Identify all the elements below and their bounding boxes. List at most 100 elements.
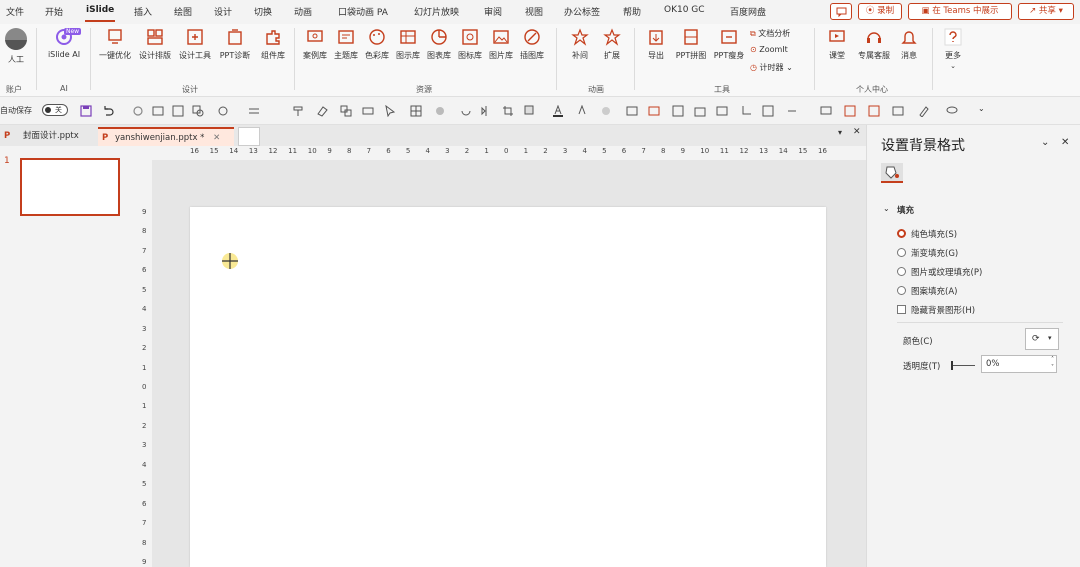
resize-icon[interactable] <box>672 105 684 117</box>
comment-button[interactable] <box>830 3 852 20</box>
tab-file[interactable]: 文件 <box>6 5 24 18</box>
pen-icon[interactable] <box>918 105 930 117</box>
tab-draw[interactable]: 绘图 <box>174 5 192 18</box>
pointer-icon[interactable] <box>384 105 396 117</box>
more-button[interactable]: 更多 ⌄ <box>934 28 972 71</box>
tab-transitions[interactable]: 切换 <box>254 5 272 18</box>
teams-present-button[interactable]: ▣ 在 Teams 中展示 <box>908 3 1012 20</box>
picture-icon[interactable] <box>626 105 638 117</box>
verify-icon[interactable] <box>868 105 880 117</box>
solid-fill-radio[interactable] <box>897 229 906 238</box>
close-icon[interactable]: ✕ <box>1061 137 1069 148</box>
doc-tab-active[interactable]: P yanshiwenjian.pptx * ✕ <box>98 127 234 146</box>
doc-analysis-button[interactable]: ⧉ 文档分析 <box>750 28 790 39</box>
classroom-button[interactable]: 课堂 <box>818 28 856 61</box>
send-back-icon[interactable] <box>694 105 706 117</box>
record-button[interactable]: ⦿ 录制 <box>858 3 902 20</box>
autosave-toggle[interactable]: 关 <box>42 104 68 116</box>
undo-icon[interactable] <box>102 105 114 117</box>
gradient-fill-radio[interactable] <box>897 248 906 257</box>
tab-design[interactable]: 设计 <box>214 5 232 18</box>
chevron-down-icon[interactable]: ⌄ <box>1041 137 1049 148</box>
new-tab-button[interactable] <box>238 127 260 146</box>
format-painter-icon[interactable] <box>292 105 304 117</box>
group-objects-icon[interactable] <box>340 105 352 117</box>
close-icon[interactable]: ✕ <box>213 133 220 143</box>
customize-toolbar-icon[interactable]: ⌄ <box>978 104 985 113</box>
ppt-diagnose-button[interactable]: PPT诊断 <box>216 28 254 61</box>
pattern-fill-radio[interactable] <box>897 286 906 295</box>
slide-canvas[interactable] <box>190 207 826 567</box>
eraser-icon[interactable] <box>316 105 328 117</box>
component-library-button[interactable]: 组件库 <box>254 28 292 61</box>
shadow-icon[interactable] <box>524 105 536 117</box>
table-icon[interactable] <box>410 105 422 117</box>
slide-thumbnail[interactable] <box>20 158 120 216</box>
tab-menu-icon[interactable]: ▾ <box>838 128 842 137</box>
text-effects-icon[interactable] <box>576 105 588 117</box>
solid-fill-label: 纯色填充(S) <box>911 230 958 240</box>
tab-view[interactable]: 视图 <box>525 5 543 18</box>
outline-icon[interactable] <box>172 105 184 117</box>
transparency-slider[interactable] <box>951 361 975 370</box>
check-icon[interactable] <box>844 105 856 117</box>
tab-baidu-pan[interactable]: 百度网盘 <box>730 5 766 18</box>
shapes-dropdown-icon[interactable] <box>217 105 229 117</box>
extend-button[interactable]: 扩展 <box>593 28 631 61</box>
chevron-down-icon[interactable]: ⌄ <box>883 204 890 213</box>
save-icon[interactable] <box>80 105 92 117</box>
flip-icon[interactable] <box>480 105 492 117</box>
picture-insert-icon[interactable] <box>648 105 660 117</box>
tab-slideshow[interactable]: 幻灯片放映 <box>414 5 459 18</box>
ruler-tick-label: 13 <box>759 147 769 155</box>
crop-image-icon[interactable] <box>740 105 752 117</box>
font-color-icon[interactable] <box>552 105 564 117</box>
redo-icon[interactable] <box>132 105 144 117</box>
color-picker-button[interactable]: ⟳ ▾ <box>1025 328 1059 350</box>
presentation-icon[interactable] <box>820 105 832 117</box>
compress-icon[interactable] <box>762 105 774 117</box>
new-slide-icon[interactable] <box>152 105 164 117</box>
tab-pocket-animation[interactable]: 口袋动画 PA <box>338 5 388 18</box>
picture-fill-radio[interactable] <box>897 267 906 276</box>
fill-section-header[interactable]: 填充 <box>897 204 914 216</box>
fill-tab-button[interactable] <box>881 163 903 183</box>
share-button[interactable]: ↗ 共享 ▾ <box>1018 3 1074 20</box>
image-edit-icon[interactable] <box>892 105 904 117</box>
crop-icon[interactable] <box>502 105 514 117</box>
zoomit-button[interactable]: ⊙ ZoomIt <box>750 45 788 54</box>
arrange-icon[interactable] <box>362 105 374 117</box>
slide-size-icon[interactable] <box>716 105 728 117</box>
spinner-icon[interactable]: ˄ ˅ <box>1051 356 1054 372</box>
illustration-library-button[interactable]: 插图库 <box>513 28 551 61</box>
tab-ok10[interactable]: OK10 GC <box>664 5 705 15</box>
ppt-slim-button[interactable]: PPT瘦身 <box>710 28 748 61</box>
lasso-icon[interactable] <box>946 105 958 117</box>
ppt-puzzle-button[interactable]: PPT拼图 <box>672 28 710 61</box>
one-click-optimize-button[interactable]: 一键优化 <box>96 28 134 61</box>
design-layout-button[interactable]: 设计排版 <box>136 28 174 61</box>
messages-button[interactable]: 消息 <box>890 28 928 61</box>
link-icon[interactable] <box>786 105 798 117</box>
tab-review[interactable]: 审阅 <box>484 5 502 18</box>
account-button[interactable]: 人工 <box>0 28 32 65</box>
export-button[interactable]: 导出 <box>637 28 675 61</box>
tab-home[interactable]: 开始 <box>45 5 63 18</box>
hide-background-checkbox[interactable] <box>897 305 906 314</box>
timer-button[interactable]: ◷ 计时器 ⌄ <box>750 62 793 73</box>
tab-islide[interactable]: iSlide <box>86 5 114 15</box>
support-button[interactable]: 专属客服 <box>854 28 894 61</box>
design-tools-button[interactable]: 设计工具 <box>176 28 214 61</box>
transparency-input[interactable]: 0% ˄ ˅ <box>981 355 1057 373</box>
gradient-icon[interactable] <box>600 105 612 117</box>
align-icon[interactable] <box>248 105 260 117</box>
tab-office-tabs[interactable]: 办公标签 <box>564 5 600 18</box>
tab-insert[interactable]: 插入 <box>134 5 152 18</box>
rotate-icon[interactable] <box>460 105 472 117</box>
tab-animations[interactable]: 动画 <box>294 5 312 18</box>
shape-icon[interactable] <box>192 105 204 117</box>
doc-tab[interactable]: P 封面设计.pptx <box>0 127 94 146</box>
tab-help[interactable]: 帮助 <box>623 5 641 18</box>
close-icon[interactable]: ✕ <box>853 127 861 137</box>
effects-icon[interactable] <box>434 105 446 117</box>
